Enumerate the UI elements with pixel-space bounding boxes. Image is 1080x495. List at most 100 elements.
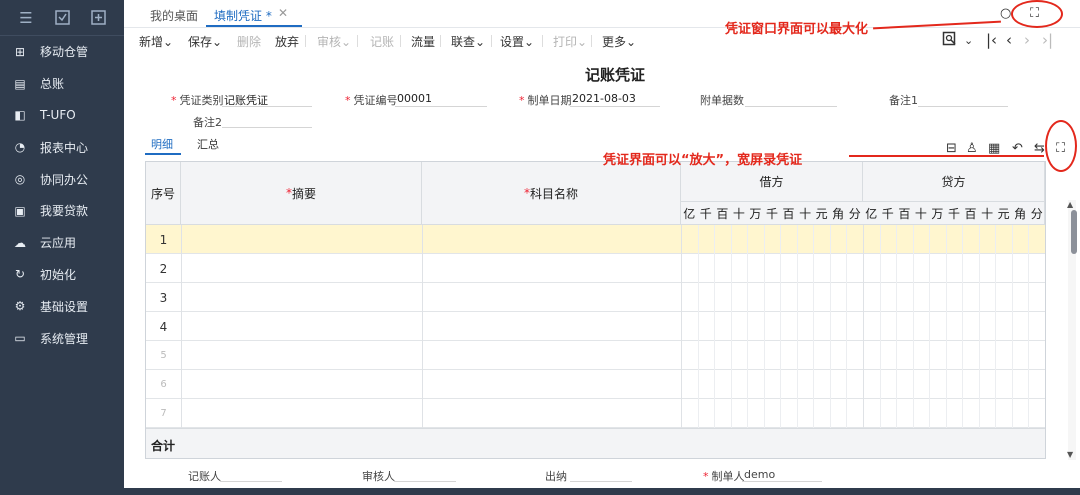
grid-line [780, 225, 782, 428]
sidebar-item[interactable]: ↻ 初始化 [0, 259, 124, 291]
debit-digit-header: 十 [799, 207, 812, 221]
sidebar-item[interactable]: ☁ 云应用 [0, 227, 124, 259]
post-button[interactable]: 记账 [370, 33, 394, 50]
monitor-icon[interactable] [52, 8, 72, 28]
system-icon: ▭ [14, 331, 26, 346]
scrollbar-thumb[interactable] [1071, 210, 1077, 254]
more-label: 更多 [602, 35, 627, 49]
voucher-type-label-text: 凭证类别 [179, 94, 224, 107]
summary-header: * 摘要 [181, 162, 422, 225]
add-page-icon[interactable] [88, 8, 108, 28]
insert-row-icon[interactable]: ⊟ [946, 141, 957, 156]
qr-icon[interactable]: ▦ [988, 141, 1000, 156]
sidebar-item[interactable]: ⚙ 基础设置 [0, 290, 124, 322]
table-row[interactable]: 7 [146, 399, 1045, 428]
chevron-down-icon[interactable]: ⌄ [964, 34, 973, 47]
stamp-icon[interactable]: ♙ [966, 141, 978, 156]
sidebar-item[interactable]: ▤ 总账 [0, 68, 124, 100]
delete-button[interactable]: 删除 [237, 33, 261, 50]
close-tab-icon[interactable]: ✕ [278, 6, 288, 20]
grid-line [846, 225, 848, 428]
settings-button[interactable]: 设置⌄ [500, 33, 534, 50]
bottom-strip [0, 488, 1080, 495]
scroll-down-icon[interactable]: ▼ [1067, 450, 1073, 459]
annotation-maximize: 凭证窗口界面可以最大化 [725, 22, 869, 37]
credit-digit-header: 万 [931, 207, 944, 221]
discard-button[interactable]: 放弃 [275, 33, 299, 50]
grid-line [896, 225, 898, 428]
table-row[interactable]: 2 [146, 254, 1045, 283]
tab-summary[interactable]: 汇总 [197, 136, 219, 152]
undo-icon[interactable]: ↶ [1012, 141, 1023, 156]
sidebar-top-bar: ☰ [0, 0, 124, 36]
search-icon[interactable]: ○ [1000, 6, 1011, 21]
next-page-icon[interactable]: › [1024, 31, 1030, 49]
table-row[interactable]: 3 [146, 283, 1045, 312]
grid-line [697, 225, 699, 428]
grid-line [763, 225, 765, 428]
attachments-field[interactable] [745, 106, 837, 107]
save-button[interactable]: 保存⌄ [188, 33, 222, 50]
annotation-arrow [849, 155, 1044, 157]
table-row[interactable]: 4 [146, 312, 1045, 341]
scroll-up-icon[interactable]: ▲ [1067, 200, 1073, 209]
grid-line [863, 225, 864, 428]
pie-chart-icon: ◔ [14, 140, 26, 155]
field-underline [222, 106, 312, 107]
voucher-number-field[interactable]: 00001 [397, 92, 432, 105]
row-number: 1 [159, 232, 168, 247]
menu-icon[interactable]: ☰ [16, 8, 36, 28]
annotation-circle-maximize [1011, 0, 1063, 28]
sidebar-item[interactable]: ▭ 系统管理 [0, 322, 124, 354]
note2-field[interactable] [222, 127, 312, 128]
note1-label: 备注1 [889, 94, 918, 107]
settings-label: 设置 [500, 35, 525, 49]
annotation-circle-enlarge [1045, 120, 1077, 172]
table-row[interactable]: 1 [146, 225, 1045, 254]
first-page-icon[interactable]: |‹ [986, 31, 997, 49]
voucher-date-field[interactable]: 2021-08-03 [572, 92, 636, 105]
voucher-number-label: * 凭证编号 [345, 94, 398, 107]
voucher-grid: 序号 * 摘要 * 科目名称 借方 贷方 亿千百十万千百十元角分亿千百十万千百十元角… [145, 161, 1046, 459]
sidebar-item[interactable]: ⊞ 移动仓管 [0, 36, 124, 68]
tab-my-desktop[interactable]: 我的桌面 [150, 7, 198, 24]
credit-digit-header: 千 [881, 207, 894, 221]
preview-icon[interactable] [942, 31, 958, 51]
total-row: 合计 [146, 428, 1045, 458]
debit-digit-header: 分 [848, 207, 861, 221]
prev-page-icon[interactable]: ‹ [1006, 31, 1012, 49]
debit-digit-header: 百 [716, 207, 729, 221]
cashier-label: 出纳 [545, 470, 567, 483]
credit-digit-header: 百 [964, 207, 977, 221]
link-query-button[interactable]: 联查⌄ [451, 33, 485, 50]
toolbar-separator [400, 35, 401, 47]
sidebar-item[interactable]: ◎ 协同办公 [0, 163, 124, 195]
sidebar-item[interactable]: ◔ 报表中心 [0, 131, 124, 163]
new-button[interactable]: 新增⌄ [139, 33, 173, 50]
grid-line [995, 225, 997, 428]
audit-button[interactable]: 审核⌄ [317, 33, 351, 50]
tab-detail[interactable]: 明细 [151, 136, 173, 152]
sidebar-item[interactable]: ▣ 我要贷款 [0, 195, 124, 227]
flow-button[interactable]: 流量 [411, 33, 435, 50]
grid-line [181, 225, 182, 428]
toolbar-separator [491, 35, 492, 47]
table-row[interactable]: 6 [146, 370, 1045, 399]
note1-field[interactable] [918, 106, 1008, 107]
credit-digit-header: 千 [947, 207, 960, 221]
sidebar-item-label: T-UFO [40, 108, 76, 123]
credit-digit-header: 角 [1014, 207, 1027, 221]
tab-fill-voucher[interactable]: 填制凭证 * [214, 7, 272, 24]
row-number: 6 [160, 379, 167, 390]
voucher-number-label-text: 凭证编号 [353, 94, 398, 107]
print-button[interactable]: 打印⌄ [553, 33, 587, 50]
loan-icon: ▣ [14, 203, 26, 218]
balance-icon[interactable]: ⇆ [1034, 141, 1045, 156]
table-row[interactable]: 5 [146, 341, 1045, 370]
sidebar-item-label: 报表中心 [40, 140, 89, 155]
last-page-icon[interactable]: ›| [1042, 31, 1053, 49]
grid-line [1028, 225, 1030, 428]
more-button[interactable]: 更多⌄ [602, 33, 636, 50]
sidebar-item[interactable]: ◧ T-UFO [0, 100, 124, 132]
debit-digit-header: 亿 [683, 207, 696, 221]
